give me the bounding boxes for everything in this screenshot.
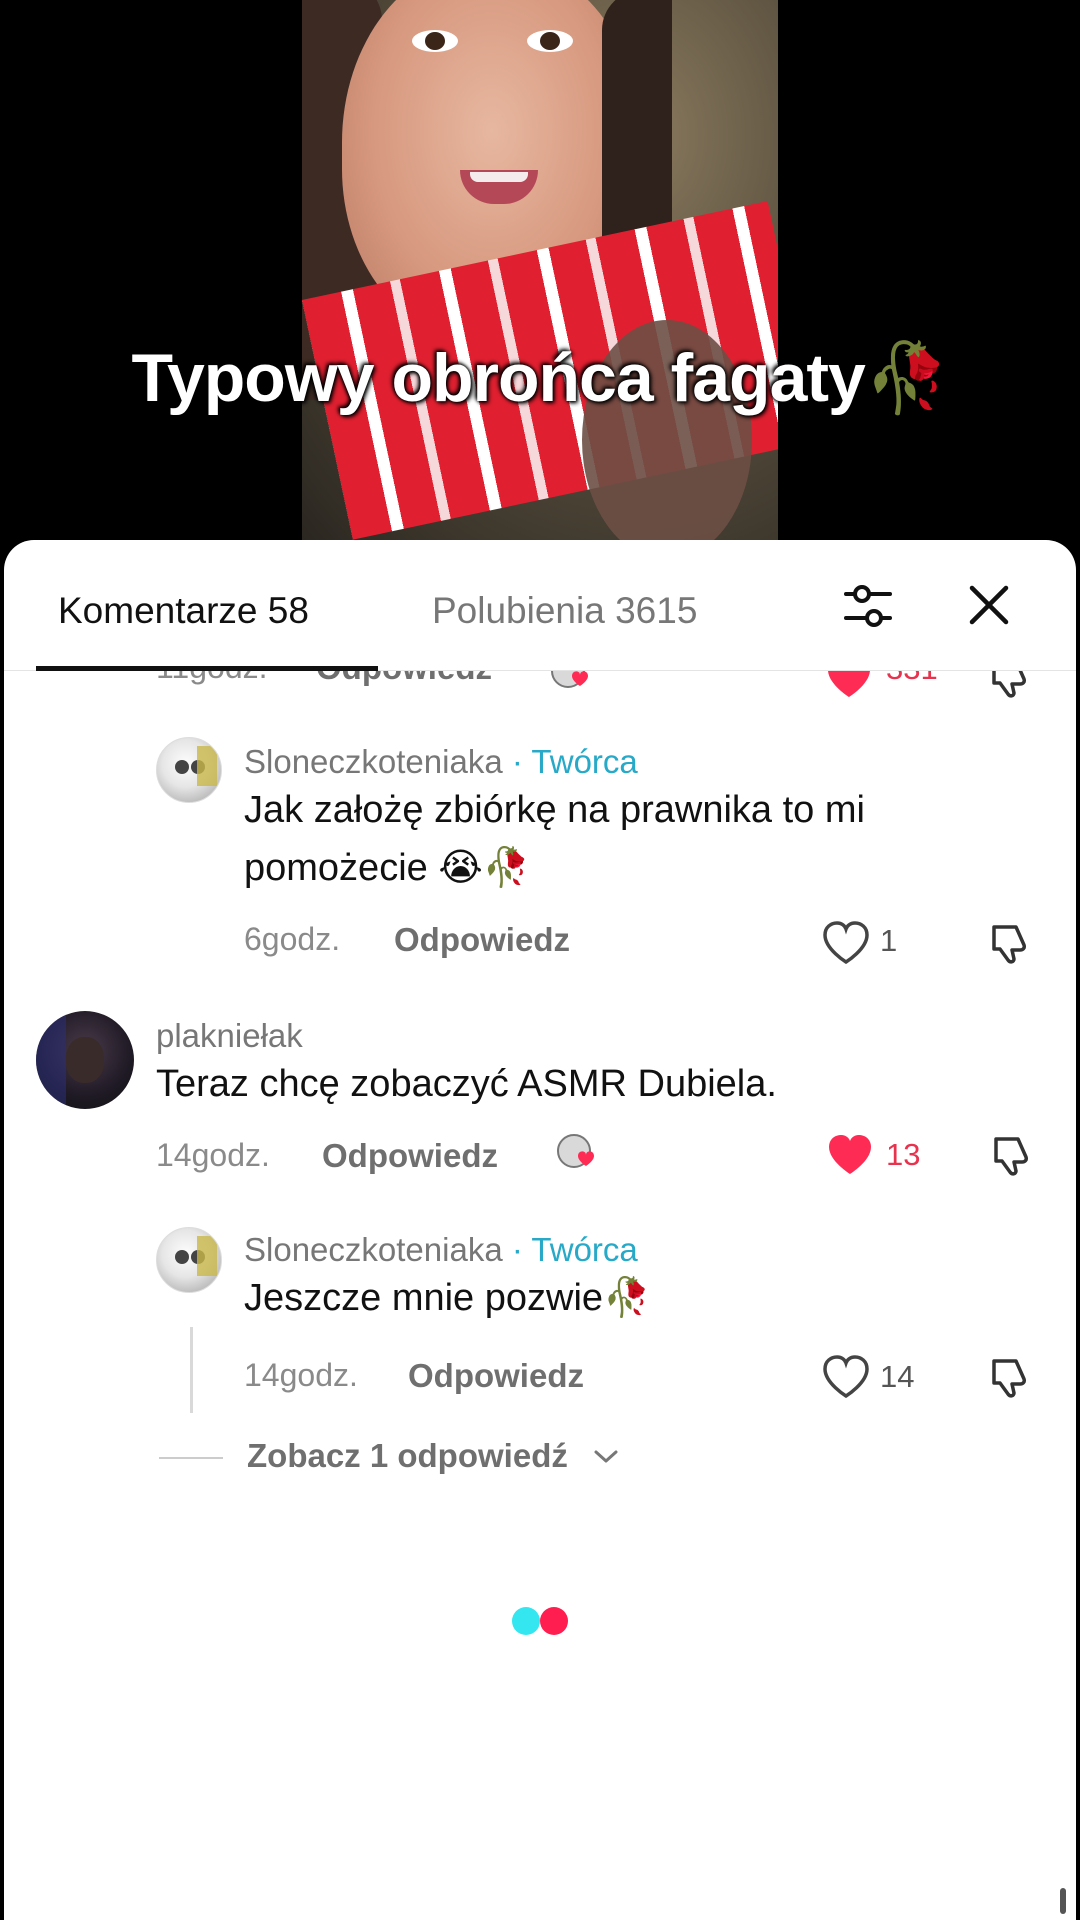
like-count: 14 <box>880 1359 915 1394</box>
tab-likes[interactable]: Polubienia 3615 <box>432 590 697 632</box>
comment-author[interactable]: Sloneczkoteniaka · Twórca <box>244 1231 638 1269</box>
dislike-icon[interactable] <box>990 1133 1034 1177</box>
comment-text-line: pomożecie 😭🥀 <box>244 847 531 889</box>
video-eye-right <box>527 30 573 52</box>
comment-time: 14godz. <box>244 1357 358 1393</box>
like-count: 13 <box>886 1137 921 1172</box>
video-frame <box>302 0 778 545</box>
comments-sheet: Komentarze 58 Polubienia 3615 11godz. Od… <box>4 540 1076 1920</box>
comment-time: 6godz. <box>244 921 341 957</box>
comment-time: 11godz. <box>156 671 268 686</box>
author-name: Sloneczkoteniaka <box>244 1231 503 1268</box>
dislike-icon[interactable] <box>988 1355 1032 1399</box>
reply-button[interactable]: Odpowiedz <box>316 671 492 687</box>
reply-button[interactable]: Odpowiedz <box>408 1357 584 1395</box>
close-icon[interactable] <box>966 582 1012 628</box>
video-eye-left <box>412 30 458 52</box>
video-player[interactable]: Typowy obrońca fagaty🥀 <box>0 0 1080 545</box>
heart-filled-icon[interactable] <box>826 671 872 699</box>
video-caption: Typowy obrońca fagaty🥀 <box>131 340 949 416</box>
reply-button[interactable]: Odpowiedz <box>394 921 570 959</box>
heart-outline-icon[interactable] <box>822 1355 870 1399</box>
avatar[interactable] <box>156 737 222 803</box>
see-more-divider <box>159 1457 223 1459</box>
like-count: 331 <box>886 671 938 687</box>
comment-text: Jak założę zbiórkę na prawnika to mi pom… <box>244 781 865 897</box>
thread-line <box>190 1327 193 1413</box>
filter-sliders-icon[interactable] <box>840 578 896 634</box>
avatar[interactable] <box>156 1227 222 1293</box>
chevron-down-icon[interactable] <box>593 1449 619 1465</box>
video-mouth <box>460 170 538 204</box>
dislike-icon[interactable] <box>988 671 1032 699</box>
loading-dots-icon <box>512 1607 568 1635</box>
tab-comments[interactable]: Komentarze 58 <box>58 590 309 632</box>
dislike-icon[interactable] <box>988 921 1032 965</box>
comment-text-line: Jak założę zbiórkę na prawnika to mi <box>244 789 865 831</box>
comment-text: Jeszcze mnie pozwie🥀 <box>244 1277 651 1319</box>
comment-author[interactable]: Sloneczkoteniaka · Twórca <box>244 743 638 781</box>
comments-list[interactable]: 11godz. Odpowiedz 331 Sloneczkoteniaka ·… <box>4 671 1076 1920</box>
creator-badge: · Twórca <box>502 1231 638 1268</box>
creator-liked-icon <box>557 1134 594 1168</box>
like-count: 1 <box>880 923 898 958</box>
avatar[interactable] <box>36 1011 134 1109</box>
author-name: Sloneczkoteniaka <box>244 743 503 780</box>
creator-liked-icon <box>551 671 588 688</box>
heart-outline-icon[interactable] <box>822 921 870 965</box>
see-more-replies-button[interactable]: Zobacz 1 odpowiedź <box>247 1437 568 1475</box>
comment-time: 14godz. <box>156 1137 270 1173</box>
comment-author[interactable]: plakniełak <box>156 1017 303 1055</box>
sheet-tabs: Komentarze 58 Polubienia 3615 <box>4 540 1076 671</box>
reply-button[interactable]: Odpowiedz <box>322 1137 498 1175</box>
comment-text: Teraz chcę zobaczyć ASMR Dubiela. <box>156 1063 777 1105</box>
creator-badge: · Twórca <box>502 743 638 780</box>
heart-filled-icon[interactable] <box>826 1133 874 1177</box>
scrollbar[interactable] <box>1060 1888 1066 1914</box>
